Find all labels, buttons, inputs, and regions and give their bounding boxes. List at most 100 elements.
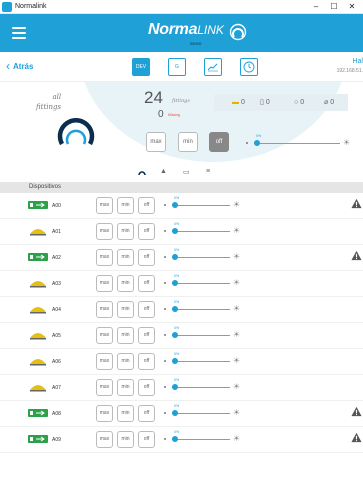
maximize-button[interactable]: ☐ — [325, 0, 343, 14]
device-dim-slider[interactable]: 0% ☀ — [164, 300, 240, 315]
warning-icon[interactable] — [351, 250, 362, 261]
tab-chart[interactable] — [204, 58, 222, 76]
device-off-button[interactable]: off — [138, 249, 155, 266]
device-max-button[interactable]: max — [96, 223, 113, 240]
device-min-button[interactable]: min — [117, 249, 134, 266]
slider-knob[interactable] — [172, 254, 178, 260]
stat-device: ⌀ 0 — [324, 98, 334, 107]
all-fittings-arc-icon[interactable] — [55, 112, 97, 146]
device-max-button[interactable]: max — [96, 405, 113, 422]
device-dim-slider[interactable]: 0% ☀ — [164, 378, 240, 393]
device-dim-slider[interactable]: 0% ☀ — [164, 274, 240, 289]
device-max-button[interactable]: max — [96, 353, 113, 370]
slider-knob[interactable] — [172, 384, 178, 390]
slider-knob[interactable] — [254, 140, 260, 146]
all-max-button[interactable]: max — [146, 132, 166, 152]
device-max-button[interactable]: max — [96, 327, 113, 344]
sun-icon: ☀ — [342, 138, 350, 147]
device-min-button[interactable]: min — [117, 405, 134, 422]
device-dim-slider[interactable]: 0% ☀ — [164, 222, 240, 237]
device-row-a07[interactable]: A07 max min off 0% ☀ — [0, 375, 363, 401]
device-dim-slider[interactable]: 0% ☀ — [164, 404, 240, 419]
device-name: A01 — [52, 229, 61, 235]
device-off-button[interactable]: off — [138, 431, 155, 448]
slider-knob[interactable] — [172, 332, 178, 338]
slider-knob[interactable] — [172, 280, 178, 286]
slider-track — [172, 283, 230, 284]
menu-icon[interactable] — [12, 27, 26, 39]
device-name: A05 — [52, 333, 61, 339]
device-min-button[interactable]: min — [117, 327, 134, 344]
back-button[interactable]: ‹ Atrás — [6, 60, 33, 73]
emergency-exit-icon — [28, 435, 48, 443]
device-row-a03[interactable]: A03 max min off 0% ☀ — [0, 271, 363, 297]
slider-track — [172, 439, 230, 440]
device-off-button[interactable]: off — [138, 197, 155, 214]
device-dim-slider[interactable]: 0% ☀ — [164, 430, 240, 445]
device-max-button[interactable]: max — [96, 275, 113, 292]
filter-lamp-icon[interactable]: ▲ — [160, 168, 167, 175]
device-row-a05[interactable]: A05 max min off 0% ☀ — [0, 323, 363, 349]
device-dim-slider[interactable]: 0% ☀ — [164, 326, 240, 341]
filter-arc-icon[interactable] — [138, 168, 146, 177]
chevron-left-icon: ‹ — [6, 59, 10, 73]
device-min-button[interactable]: min — [117, 301, 134, 318]
all-off-button[interactable]: off — [209, 132, 229, 152]
device-min-button[interactable]: min — [117, 197, 134, 214]
warning-icon[interactable] — [351, 198, 362, 209]
device-row-a04[interactable]: A04 max min off 0% ☀ — [0, 297, 363, 323]
warning-icon[interactable] — [351, 406, 362, 417]
device-min-button[interactable]: min — [117, 353, 134, 370]
device-row-a02[interactable]: A02 max min off 0% ☀ — [0, 245, 363, 271]
device-dim-slider[interactable]: 0% ☀ — [164, 352, 240, 367]
stat-timer: ○ 0 — [294, 98, 304, 107]
device-max-button[interactable]: max — [96, 301, 113, 318]
slider-knob[interactable] — [172, 306, 178, 312]
device-min-button[interactable]: min — [117, 379, 134, 396]
device-row-a08[interactable]: A08 max min off 0% ☀ — [0, 401, 363, 427]
device-dim-slider[interactable]: 0% ☀ — [164, 196, 240, 211]
device-row-a00[interactable]: A00 max min off 0% ☀ — [0, 193, 363, 219]
filter-other-icon[interactable]: ≡ — [206, 168, 210, 175]
device-off-button[interactable]: off — [138, 353, 155, 370]
slider-knob[interactable] — [172, 358, 178, 364]
device-min-button[interactable]: min — [117, 223, 134, 240]
warning-icon[interactable] — [351, 432, 362, 443]
device-row-a01[interactable]: A01 max min off 0% ☀ — [0, 219, 363, 245]
filter-emergency-icon[interactable]: ▭ — [183, 168, 190, 176]
device-off-button[interactable]: off — [138, 275, 155, 292]
slider-min-dot — [164, 204, 166, 206]
slider-knob[interactable] — [172, 436, 178, 442]
minimize-button[interactable]: – — [307, 0, 325, 14]
device-off-button[interactable]: off — [138, 405, 155, 422]
brand-logo-text: NormaLINK BEMS — [148, 21, 224, 46]
device-off-button[interactable]: off — [138, 327, 155, 344]
tab-groups[interactable]: G — [168, 58, 186, 76]
device-max-button[interactable]: max — [96, 379, 113, 396]
slider-track — [254, 143, 340, 144]
device-row-a06[interactable]: A06 max min off 0% ☀ — [0, 349, 363, 375]
close-button[interactable]: ✕ — [343, 0, 361, 14]
slider-knob[interactable] — [172, 228, 178, 234]
tab-clock[interactable] — [240, 58, 258, 76]
slider-min-dot — [164, 360, 166, 362]
device-max-button[interactable]: max — [96, 431, 113, 448]
slider-min-dot — [164, 256, 166, 258]
device-off-button[interactable]: off — [138, 379, 155, 396]
all-dim-slider[interactable]: 0% ☀ — [246, 134, 350, 149]
slider-knob[interactable] — [172, 202, 178, 208]
device-min-button[interactable]: min — [117, 431, 134, 448]
device-off-button[interactable]: off — [138, 301, 155, 318]
device-off-button[interactable]: off — [138, 223, 155, 240]
ceiling-lamp-icon — [30, 307, 46, 314]
device-dim-slider[interactable]: 0% ☀ — [164, 248, 240, 263]
slider-knob[interactable] — [172, 410, 178, 416]
device-min-button[interactable]: min — [117, 275, 134, 292]
devices-header: Dispositivos — [0, 182, 363, 193]
all-min-button[interactable]: min — [178, 132, 198, 152]
device-row-a09[interactable]: A09 max min off 0% ☀ — [0, 427, 363, 453]
device-max-button[interactable]: max — [96, 249, 113, 266]
device-max-button[interactable]: max — [96, 197, 113, 214]
tab-devices[interactable]: DEV — [132, 58, 150, 76]
slider-track — [172, 257, 230, 258]
